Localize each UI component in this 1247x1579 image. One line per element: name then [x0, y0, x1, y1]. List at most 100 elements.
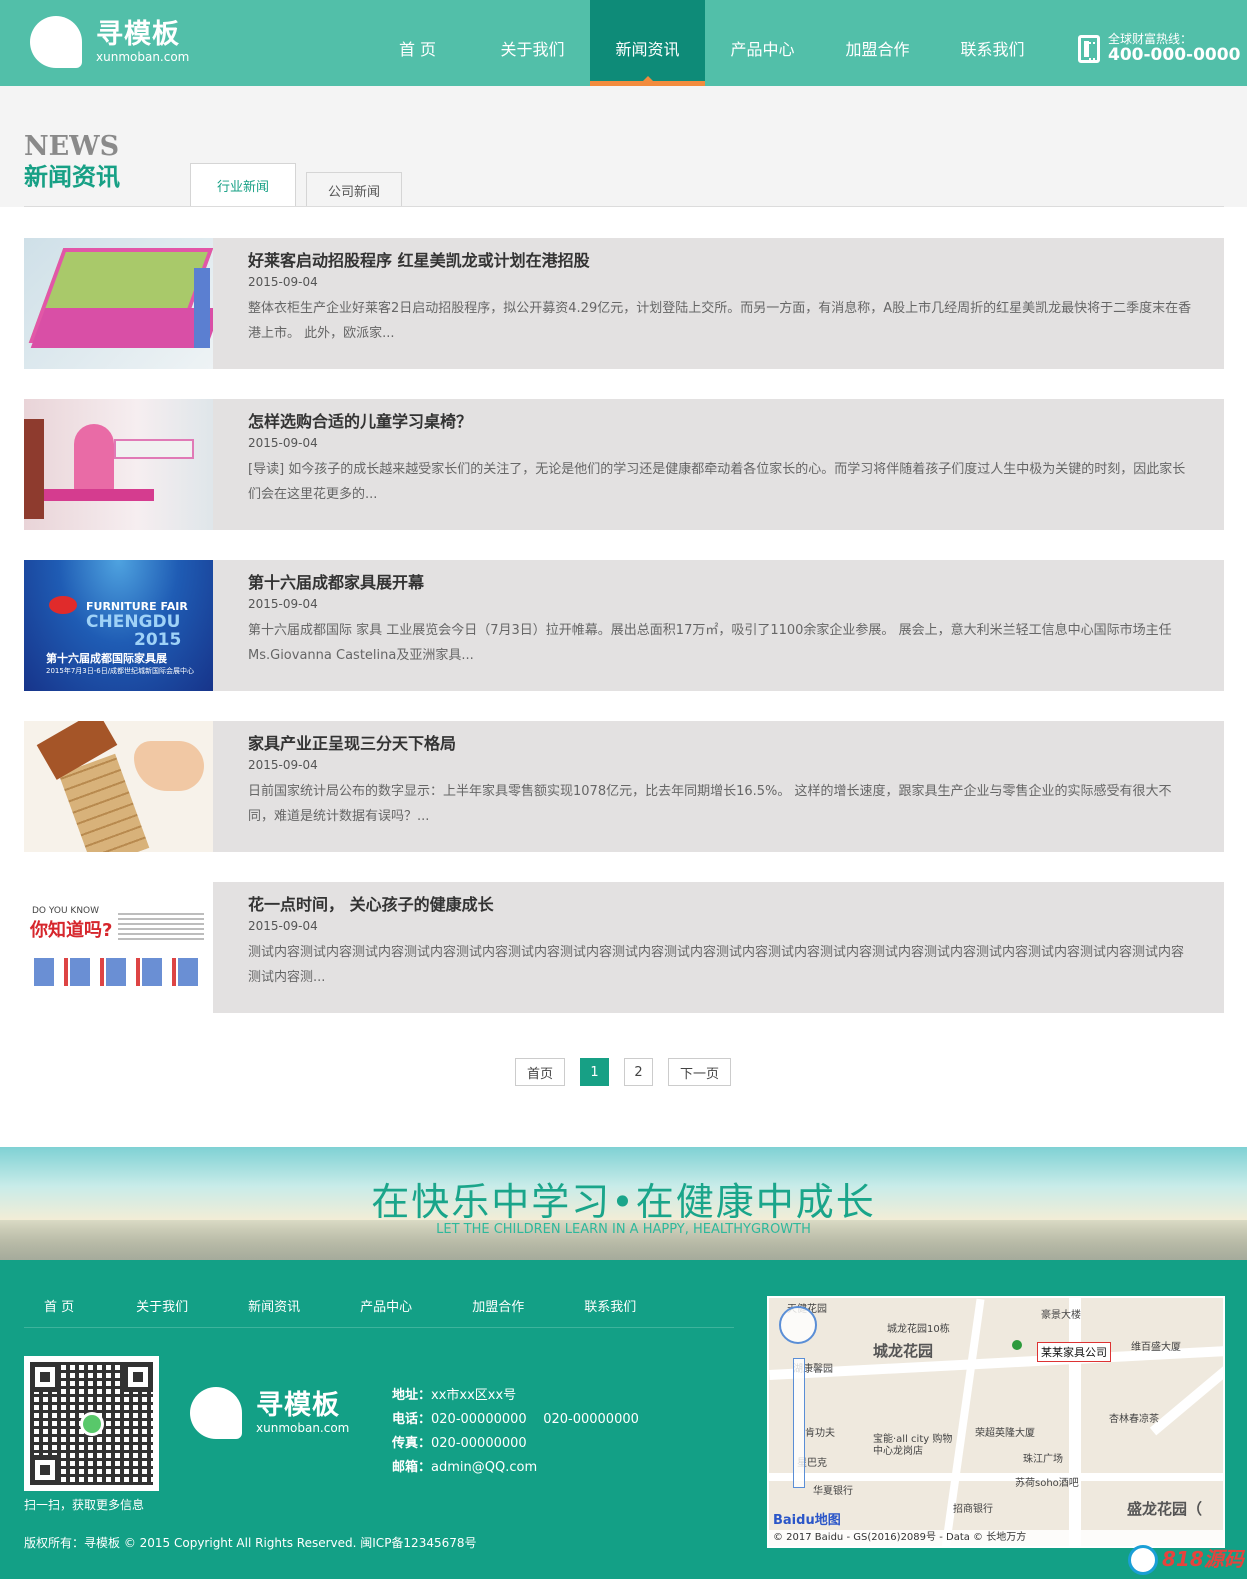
news-item[interactable]: 家具产业正呈现三分天下格局 2015-09-04 日前国家统计局公布的数字显示：…: [24, 721, 1224, 852]
news-item[interactable]: 怎样选购合适的儿童学习桌椅？ 2015-09-04 [导读] 如今孩子的成长越来…: [24, 399, 1224, 530]
watermark: 818源码: [1162, 1547, 1244, 1571]
news-title[interactable]: 家具产业正呈现三分天下格局: [248, 734, 1194, 754]
news-title[interactable]: 怎样选购合适的儿童学习桌椅？: [248, 412, 1194, 432]
email-label: 邮箱：: [392, 1460, 432, 1475]
baidu-map-logo: Baidu地图: [773, 1513, 841, 1528]
map-label: 盛龙花园（: [1127, 1500, 1203, 1518]
tab-company-news[interactable]: 公司新闻: [306, 172, 402, 207]
footer: 首 页 关于我们 新闻资讯 产品中心 加盟合作 联系我们 扫一扫，获取更多信息 …: [0, 1260, 1247, 1579]
map-label: 维百盛大厦: [1131, 1342, 1181, 1353]
news-summary: [导读] 如今孩子的成长越来越受家长们的关注了，无论是他们的学习还是健康都牵动着…: [248, 462, 1186, 502]
footer-logo-en: xunmoban.com: [256, 1421, 350, 1435]
qr-label: 扫一扫，获取更多信息: [24, 1498, 145, 1512]
nav-contact[interactable]: 联系我们: [935, 0, 1050, 86]
news-thumbnail[interactable]: [24, 721, 213, 852]
nav-franchise[interactable]: 加盟合作: [820, 0, 935, 86]
map-label: 城龙花园10栋: [887, 1324, 950, 1335]
category-tabs: 行业新闻 公司新闻: [190, 163, 412, 207]
news-thumbnail[interactable]: [24, 399, 213, 530]
news-summary: 整体衣柜生产企业好莱客2日启动招股程序，拟公开募资4.29亿元，计划登陆上交所。…: [248, 301, 1192, 341]
news-thumbnail[interactable]: [24, 238, 213, 369]
nav-products[interactable]: 产品中心: [705, 0, 820, 86]
logo-cn: 寻模板: [96, 19, 180, 50]
email-value[interactable]: admin@QQ.com: [431, 1460, 537, 1475]
logo-bubble-icon: [190, 1387, 242, 1439]
location-pin-icon[interactable]: [1012, 1340, 1022, 1350]
hotline-number: 400-000-0000: [1108, 45, 1241, 65]
thumb-text: 2015年7月3日-6日/成都世纪城新国际会展中心: [46, 667, 195, 675]
hotline: 全球财富热线： 400-000-0000: [1078, 32, 1240, 65]
banner-slogan-en: LET THE CHILDREN LEARN IN A HAPPY, HEALT…: [436, 1222, 811, 1237]
phone-icon: [1078, 34, 1100, 63]
news-title[interactable]: 花一点时间， 关心孩子的健康成长: [248, 895, 1194, 915]
footer-nav-news[interactable]: 新闻资讯: [248, 1296, 300, 1327]
thumb-text: 你知道吗?: [30, 920, 113, 941]
section-header: NEWS 新闻资讯 行业新闻 公司新闻: [0, 86, 1247, 207]
map-label: 荣超英隆大厦: [975, 1428, 1035, 1439]
map-pan-control[interactable]: [779, 1306, 817, 1344]
page-title-cn: 新闻资讯: [24, 163, 120, 191]
footer-logo: 寻模板 xunmoban.com: [190, 1387, 349, 1439]
news-item[interactable]: 好莱客启动招股程序 红星美凯龙或计划在港招股 2015-09-04 整体衣柜生产…: [24, 238, 1224, 369]
contact-info: 地址：xx市xx区xx号 电话：020-00000000 020-0000000…: [392, 1384, 639, 1480]
news-list: 好莱客启动招股程序 红星美凯龙或计划在港招股 2015-09-04 整体衣柜生产…: [24, 238, 1224, 1043]
map-label: 珠江广场: [1023, 1454, 1063, 1465]
news-date: 2015-09-04: [248, 597, 318, 611]
map-label: 招商银行: [953, 1504, 993, 1515]
nav-about[interactable]: 关于我们: [475, 0, 590, 86]
news-item[interactable]: FURNITURE FAIR CHENGDU 2015 第十六届成都国际家具展 …: [24, 560, 1224, 691]
map-copyright: © 2017 Baidu - GS(2016)2089号 - Data © 长地…: [769, 1530, 1223, 1546]
fair-logo-icon: [49, 596, 77, 614]
wechat-icon: [80, 1412, 104, 1436]
fax-label: 传真：: [392, 1436, 432, 1451]
tab-industry-news[interactable]: 行业新闻: [190, 163, 296, 207]
nav-home[interactable]: 首 页: [360, 0, 475, 86]
address-label: 地址：: [392, 1388, 432, 1403]
site-logo[interactable]: 寻模板 xunmoban.com: [30, 16, 189, 68]
map-label: 豪景大楼: [1041, 1310, 1081, 1321]
qr-code: [24, 1356, 159, 1491]
map-zoom-slider[interactable]: [793, 1358, 805, 1488]
main-nav: 首 页 关于我们 新闻资讯 产品中心 加盟合作 联系我们: [360, 0, 1050, 86]
news-title[interactable]: 好莱客启动招股程序 红星美凯龙或计划在港招股: [248, 251, 1194, 271]
logo-en: xunmoban.com: [96, 50, 190, 64]
map-label: 杏林春凉茶: [1109, 1414, 1159, 1425]
page-first-button[interactable]: 首页: [515, 1058, 565, 1086]
footer-logo-cn: 寻模板: [256, 1390, 340, 1421]
copyright: 版权所有：寻模板 © 2015 Copyright All Rights Res…: [24, 1536, 477, 1550]
news-title[interactable]: 第十六届成都家具展开幕: [248, 573, 1194, 593]
page-title: NEWS 新闻资讯: [24, 132, 120, 192]
page-2-button[interactable]: 2: [624, 1058, 653, 1086]
location-map[interactable]: 天健花园 城龙花园10栋 城龙花园 豪景大楼 维百盛大厦 湖康馨园 宝能·all…: [767, 1296, 1225, 1548]
nav-news[interactable]: 新闻资讯: [590, 0, 705, 86]
news-summary: 测试内容测试内容测试内容测试内容测试内容测试内容测试内容测试内容测试内容测试内容…: [248, 945, 1185, 985]
map-label: 城龙花园: [873, 1342, 934, 1360]
map-label: 宝能·all city 购物中心龙岗店: [873, 1434, 953, 1457]
news-thumbnail[interactable]: DO YOU KNOW 你知道吗?: [24, 882, 213, 1013]
thumb-text: 2015: [134, 630, 182, 650]
fax-value: 020-00000000: [431, 1436, 527, 1451]
news-thumbnail[interactable]: FURNITURE FAIR CHENGDU 2015 第十六届成都国际家具展 …: [24, 560, 213, 691]
hotline-label: 全球财富热线：: [1108, 32, 1193, 46]
news-summary: 第十六届成都国际 家具 工业展览会今日（7月3日）拉开帷幕。展出总面积17万㎡，…: [248, 623, 1172, 663]
phone-label: 电话：: [392, 1412, 432, 1427]
page-next-button[interactable]: 下一页: [668, 1058, 731, 1086]
thumb-text: CHENGDU: [86, 612, 181, 632]
thumb-text: 第十六届成都国际家具展: [46, 652, 167, 665]
page-title-en: NEWS: [24, 131, 120, 162]
map-label: 华夏银行: [813, 1486, 853, 1497]
news-date: 2015-09-04: [248, 758, 318, 772]
news-date: 2015-09-04: [248, 436, 318, 450]
map-label: 苏荷soho酒吧: [1015, 1478, 1079, 1489]
footer-nav-products[interactable]: 产品中心: [360, 1296, 412, 1327]
slogan-banner: 在快乐中学习•在健康中成长 LET THE CHILDREN LEARN IN …: [0, 1147, 1247, 1260]
footer-nav-home[interactable]: 首 页: [44, 1296, 74, 1327]
footer-nav-about[interactable]: 关于我们: [136, 1296, 188, 1327]
footer-nav-franchise[interactable]: 加盟合作: [472, 1296, 524, 1327]
pagination: 首页 1 2 下一页: [515, 1058, 746, 1086]
news-summary: 日前国家统计局公布的数字显示：上半年家具零售额实现1078亿元，比去年同期增长1…: [248, 784, 1172, 824]
footer-nav-contact[interactable]: 联系我们: [584, 1296, 636, 1327]
news-item[interactable]: DO YOU KNOW 你知道吗? 花一点时间， 关心孩子的健康成长 2015-…: [24, 882, 1224, 1013]
page-1-button[interactable]: 1: [580, 1058, 609, 1086]
banner-slogan-cn: 在快乐中学习•在健康中成长: [371, 1180, 876, 1224]
